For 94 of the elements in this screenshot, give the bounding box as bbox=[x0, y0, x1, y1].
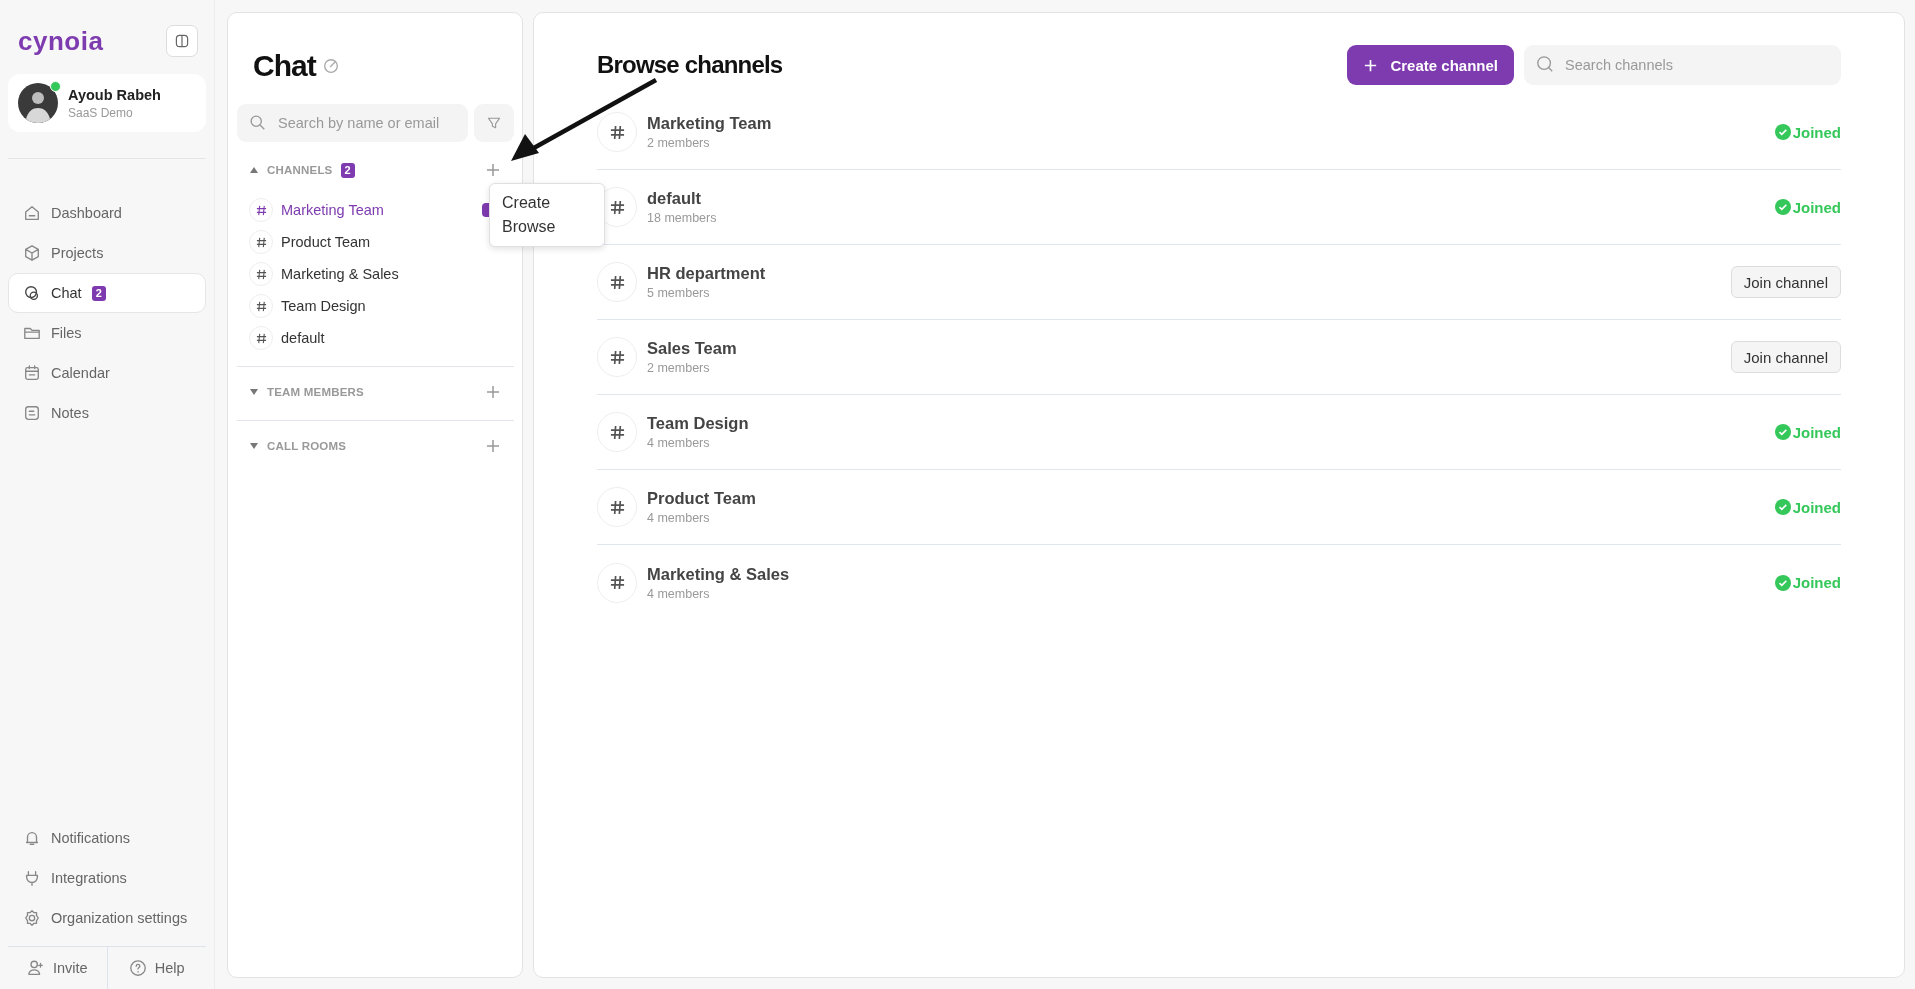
panel-title: Chat bbox=[253, 49, 316, 83]
invite-button[interactable]: Invite bbox=[8, 947, 107, 989]
member-count: 4 members bbox=[647, 586, 711, 601]
check-circle-icon bbox=[1774, 199, 1791, 215]
plus-icon bbox=[484, 383, 502, 401]
plug-icon bbox=[23, 869, 41, 887]
expand-caret-icon[interactable] bbox=[249, 441, 259, 451]
hash-icon bbox=[255, 332, 267, 344]
settings-icon bbox=[23, 909, 41, 927]
channel-name: Marketing Team bbox=[647, 114, 772, 133]
joined-status: Joined bbox=[1792, 123, 1841, 141]
user-name: Ayoub Rabeh bbox=[68, 86, 161, 103]
member-count: 5 members bbox=[647, 286, 711, 300]
workspace-name: SaaS Demo bbox=[68, 105, 134, 120]
search-icon bbox=[249, 114, 266, 131]
section-label: CALL ROOMS bbox=[267, 440, 347, 452]
check-circle-icon bbox=[1774, 499, 1791, 515]
plus-icon bbox=[484, 161, 502, 179]
channel-name: HR department bbox=[647, 264, 766, 283]
check-circle-icon bbox=[1774, 574, 1791, 591]
hash-icon bbox=[609, 424, 625, 440]
hash-icon bbox=[255, 268, 267, 280]
channel-item[interactable]: Marketing Team bbox=[237, 194, 396, 226]
user-plus-icon bbox=[26, 959, 45, 977]
section-label: CHANNELS bbox=[267, 164, 333, 176]
chat-icon bbox=[23, 284, 41, 302]
expand-caret-icon[interactable] bbox=[249, 387, 259, 397]
hash-icon bbox=[609, 124, 625, 140]
search-field[interactable]: Search by name or email bbox=[237, 104, 468, 142]
nav-item[interactable]: Dashboard bbox=[8, 193, 206, 233]
plus-icon bbox=[484, 437, 502, 455]
hash-icon bbox=[255, 204, 267, 216]
filter-icon bbox=[486, 115, 502, 131]
create-channel-button[interactable]: Create channel bbox=[1347, 45, 1514, 85]
channel-name: Marketing & Sales bbox=[647, 564, 790, 584]
help-button[interactable]: Help bbox=[106, 947, 206, 989]
sidebar-toggle-button[interactable] bbox=[166, 25, 198, 57]
joined-status: Joined bbox=[1792, 574, 1841, 591]
join-channel-button[interactable]: Join channel bbox=[1730, 341, 1841, 373]
nav-item[interactable]: Calendar bbox=[8, 353, 206, 393]
nav-item[interactable]: Notifications bbox=[8, 818, 206, 858]
help-icon bbox=[128, 959, 147, 977]
hash-icon bbox=[609, 575, 625, 590]
member-count: 18 members bbox=[647, 211, 717, 225]
joined-status: Joined bbox=[1792, 198, 1841, 216]
hash-icon bbox=[609, 274, 625, 290]
nav-item[interactable]: Organization settings bbox=[8, 898, 206, 938]
channel-name: Product Team bbox=[647, 489, 756, 508]
channel-name: Sales Team bbox=[647, 339, 737, 358]
search-field[interactable]: Search channels bbox=[1524, 45, 1841, 85]
plus-icon bbox=[1363, 57, 1379, 73]
logo: cynoia bbox=[18, 25, 104, 57]
panel-icon bbox=[174, 33, 190, 49]
edit-icon bbox=[321, 57, 340, 75]
channel-item[interactable]: default bbox=[237, 322, 337, 354]
join-channel-button[interactable]: Join channel bbox=[1730, 266, 1841, 298]
collapse-caret-icon[interactable] bbox=[249, 165, 259, 175]
note-icon bbox=[23, 404, 41, 422]
member-count: 2 members bbox=[647, 136, 711, 150]
avatar bbox=[18, 83, 58, 123]
search-icon bbox=[1536, 55, 1554, 73]
section-label: TEAM MEMBERS bbox=[267, 386, 364, 398]
channel-item[interactable]: Team Design bbox=[237, 290, 378, 322]
calendar-icon bbox=[23, 364, 41, 382]
member-count: 4 members bbox=[647, 436, 711, 450]
check-circle-icon bbox=[1774, 424, 1791, 440]
home-icon bbox=[23, 204, 41, 222]
menu-item[interactable]: Browse bbox=[490, 215, 604, 239]
hash-icon bbox=[609, 199, 625, 215]
hash-icon bbox=[255, 236, 267, 248]
nav-item[interactable]: Files bbox=[8, 313, 206, 353]
hash-icon bbox=[609, 349, 625, 365]
joined-status: Joined bbox=[1792, 498, 1841, 516]
nav-item[interactable]: Chat 2 bbox=[8, 273, 206, 313]
member-count: 4 members bbox=[647, 511, 711, 525]
profile-card[interactable]: Ayoub Rabeh SaaS Demo bbox=[8, 74, 206, 132]
joined-status: Joined bbox=[1792, 423, 1841, 441]
channel-item[interactable]: Marketing & Sales bbox=[237, 258, 411, 290]
menu-item[interactable]: Create bbox=[490, 191, 604, 215]
check-circle-icon bbox=[1774, 124, 1791, 140]
channel-name: Team Design bbox=[647, 414, 749, 433]
hash-icon bbox=[255, 300, 267, 312]
nav-item[interactable]: Integrations bbox=[8, 858, 206, 898]
hash-icon bbox=[609, 499, 625, 515]
channel-item[interactable]: Product Team bbox=[237, 226, 383, 258]
count-badge: 2 bbox=[340, 162, 355, 178]
count-badge: 2 bbox=[91, 285, 106, 301]
page-title: Browse channels bbox=[597, 51, 783, 79]
cube-icon bbox=[23, 244, 41, 262]
nav-item[interactable]: Projects bbox=[8, 233, 206, 273]
channel-name: default bbox=[647, 189, 703, 208]
bell-icon bbox=[23, 829, 41, 847]
nav-item[interactable]: Notes bbox=[8, 393, 206, 433]
member-count: 2 members bbox=[647, 361, 711, 375]
